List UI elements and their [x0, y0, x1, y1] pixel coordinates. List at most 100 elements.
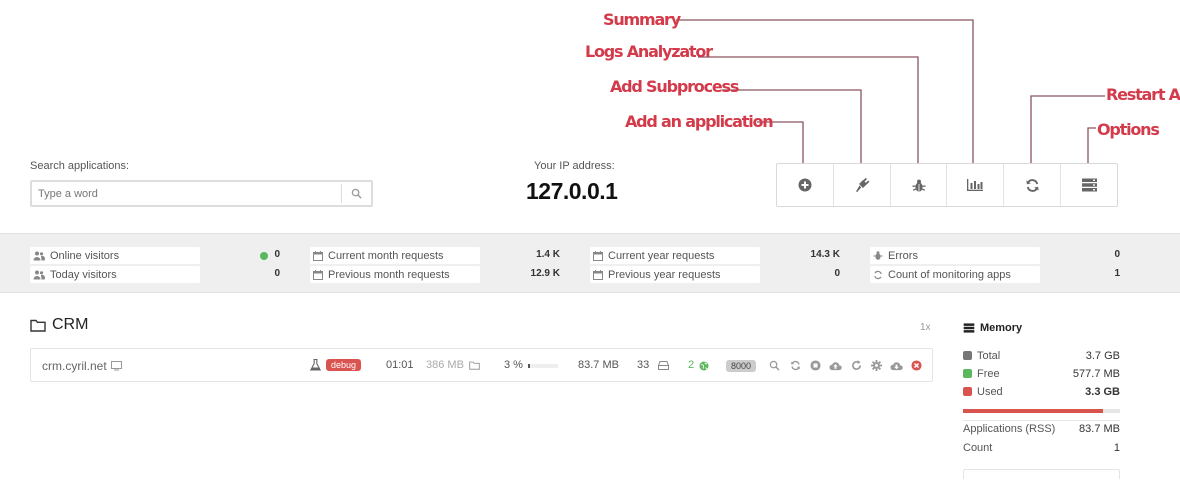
- stat-label: Previous month requests: [328, 268, 450, 281]
- globe-icon: [699, 361, 709, 371]
- calendar-icon: [313, 250, 323, 261]
- divider: [963, 420, 1120, 421]
- stat-value: 1.4 K: [536, 249, 560, 260]
- app-name[interactable]: crm.cyril.net: [42, 359, 122, 373]
- stat-current-year-requests: Current year requests 14.3 K: [590, 247, 840, 264]
- memory-usage-bar: [963, 409, 1120, 413]
- legend-swatch-total: [963, 351, 972, 360]
- plug-icon: [855, 177, 870, 192]
- stat-online-visitors: Online visitors 0: [30, 247, 280, 264]
- restart-all-button[interactable]: [1004, 164, 1062, 206]
- memory-count-label: Count: [963, 442, 993, 454]
- bug-icon: [873, 251, 883, 260]
- remove-icon[interactable]: [911, 360, 922, 371]
- search-label: Search applications:: [30, 160, 130, 172]
- search-input[interactable]: [38, 186, 338, 201]
- stat-value: 14.3 K: [810, 249, 840, 260]
- app-name-label: crm.cyril.net: [42, 359, 107, 373]
- summary-button[interactable]: [947, 164, 1005, 206]
- group-title: CRM: [52, 316, 89, 333]
- calendar-icon: [593, 269, 603, 280]
- cloud-download-icon[interactable]: [890, 360, 903, 371]
- memory-used-label: Used: [977, 386, 1003, 398]
- calendar-icon: [313, 269, 323, 280]
- stat-label-wrap: Today visitors: [30, 266, 200, 283]
- add-application-button[interactable]: [777, 164, 834, 206]
- stat-label-wrap: Count of monitoring apps: [870, 266, 1040, 283]
- app-memory: 83.7 MB: [578, 359, 619, 371]
- ip-label: Your IP address:: [534, 160, 615, 172]
- stat-label-wrap: Current month requests: [310, 247, 480, 264]
- online-status-dot: [260, 252, 268, 260]
- stat-label: Errors: [888, 249, 918, 262]
- add-subprocess-button[interactable]: [834, 164, 891, 206]
- stat-label: Count of monitoring apps: [888, 268, 1011, 281]
- stat-today-visitors: Today visitors 0: [30, 266, 280, 283]
- memory-used-row: Used 3.3 GB: [963, 386, 1120, 398]
- stat-label-wrap: Current year requests: [590, 247, 760, 264]
- flask-icon: [310, 359, 321, 371]
- cpu-usage-bar: [528, 364, 558, 368]
- legend-swatch-free: [963, 369, 972, 378]
- cloud-upload-icon[interactable]: [829, 360, 842, 371]
- memory-used-value: 3.3 GB: [1085, 386, 1120, 398]
- memory-total-row: Total 3.7 GB: [963, 350, 1120, 362]
- memory-total-value: 3.7 GB: [1085, 350, 1120, 362]
- memory-rss-label: Applications (RSS): [963, 423, 1056, 435]
- stat-previous-year-requests: Previous year requests 0: [590, 266, 840, 283]
- memory-rss-row: Applications (RSS) 83.7 MB: [963, 423, 1120, 435]
- stat-label: Online visitors: [50, 249, 120, 262]
- hdd-icon: [658, 361, 669, 370]
- callout-options: Options: [1097, 120, 1160, 139]
- memory-free-value: 577.7 MB: [1072, 368, 1120, 380]
- stat-label-wrap: Errors: [870, 247, 1040, 264]
- stop-icon[interactable]: [810, 360, 821, 371]
- folder-icon: [30, 319, 46, 332]
- users-icon: [33, 270, 45, 279]
- app-disk-size: 386 MB: [426, 359, 464, 371]
- logs-analyzator-button[interactable]: [891, 164, 948, 206]
- memory-usage-fill: [963, 409, 1103, 413]
- gear-icon[interactable]: [871, 360, 882, 371]
- stat-previous-month-requests: Previous month requests 12.9 K: [310, 266, 560, 283]
- memory-free-row: Free 577.7 MB: [963, 368, 1120, 380]
- refresh-icon: [1026, 178, 1039, 192]
- app-status-count: 2: [688, 359, 695, 371]
- ip-address: 127.0.0.1: [526, 178, 618, 204]
- stat-value: 0: [274, 249, 280, 260]
- search-button[interactable]: [341, 184, 371, 203]
- group-header: CRM: [30, 316, 88, 334]
- stat-value: 1: [1114, 268, 1120, 279]
- stat-label-wrap: Previous month requests: [310, 266, 480, 283]
- rotate-icon[interactable]: [851, 360, 862, 371]
- callout-restart-all: Restart All: [1106, 85, 1180, 104]
- legend-swatch-used: [963, 387, 972, 396]
- memory-count-value: 1: [1113, 442, 1120, 454]
- callout-logs-analyzator: Logs Analyzator: [585, 42, 713, 61]
- server-icon: [1081, 178, 1097, 192]
- stat-value: 0: [834, 268, 840, 279]
- memory-total-label: Total: [977, 350, 1001, 362]
- stat-value: 0: [274, 268, 280, 279]
- search-icon[interactable]: [769, 360, 780, 371]
- options-button[interactable]: [1061, 164, 1117, 206]
- group-instance-count: 1x: [920, 322, 931, 333]
- refresh-icon[interactable]: [790, 360, 801, 371]
- stat-label: Previous year requests: [608, 268, 721, 281]
- stats-bar: Online visitors 0 Today visitors 0 Curre…: [0, 233, 1180, 293]
- search-icon: [351, 188, 362, 199]
- plus-circle-icon: [798, 178, 812, 192]
- stat-errors: Errors 0: [870, 247, 1120, 264]
- monitor-icon: [110, 361, 122, 371]
- folder-icon: [469, 361, 480, 370]
- callout-add-application: Add an application: [625, 112, 774, 131]
- stat-label: Current month requests: [328, 249, 444, 262]
- app-row[interactable]: crm.cyril.net debug 01:01 386 MB 3 % 83.…: [30, 348, 933, 382]
- callout-connectors: [676, 19, 1105, 163]
- server-icon: [963, 323, 975, 333]
- stat-current-month-requests: Current month requests 1.4 K: [310, 247, 560, 264]
- users-icon: [33, 251, 45, 260]
- callout-add-subprocess: Add Subprocess: [610, 77, 739, 96]
- memory-count-row: Count 1: [963, 442, 1120, 454]
- memory-rss-value: 83.7 MB: [1079, 423, 1120, 435]
